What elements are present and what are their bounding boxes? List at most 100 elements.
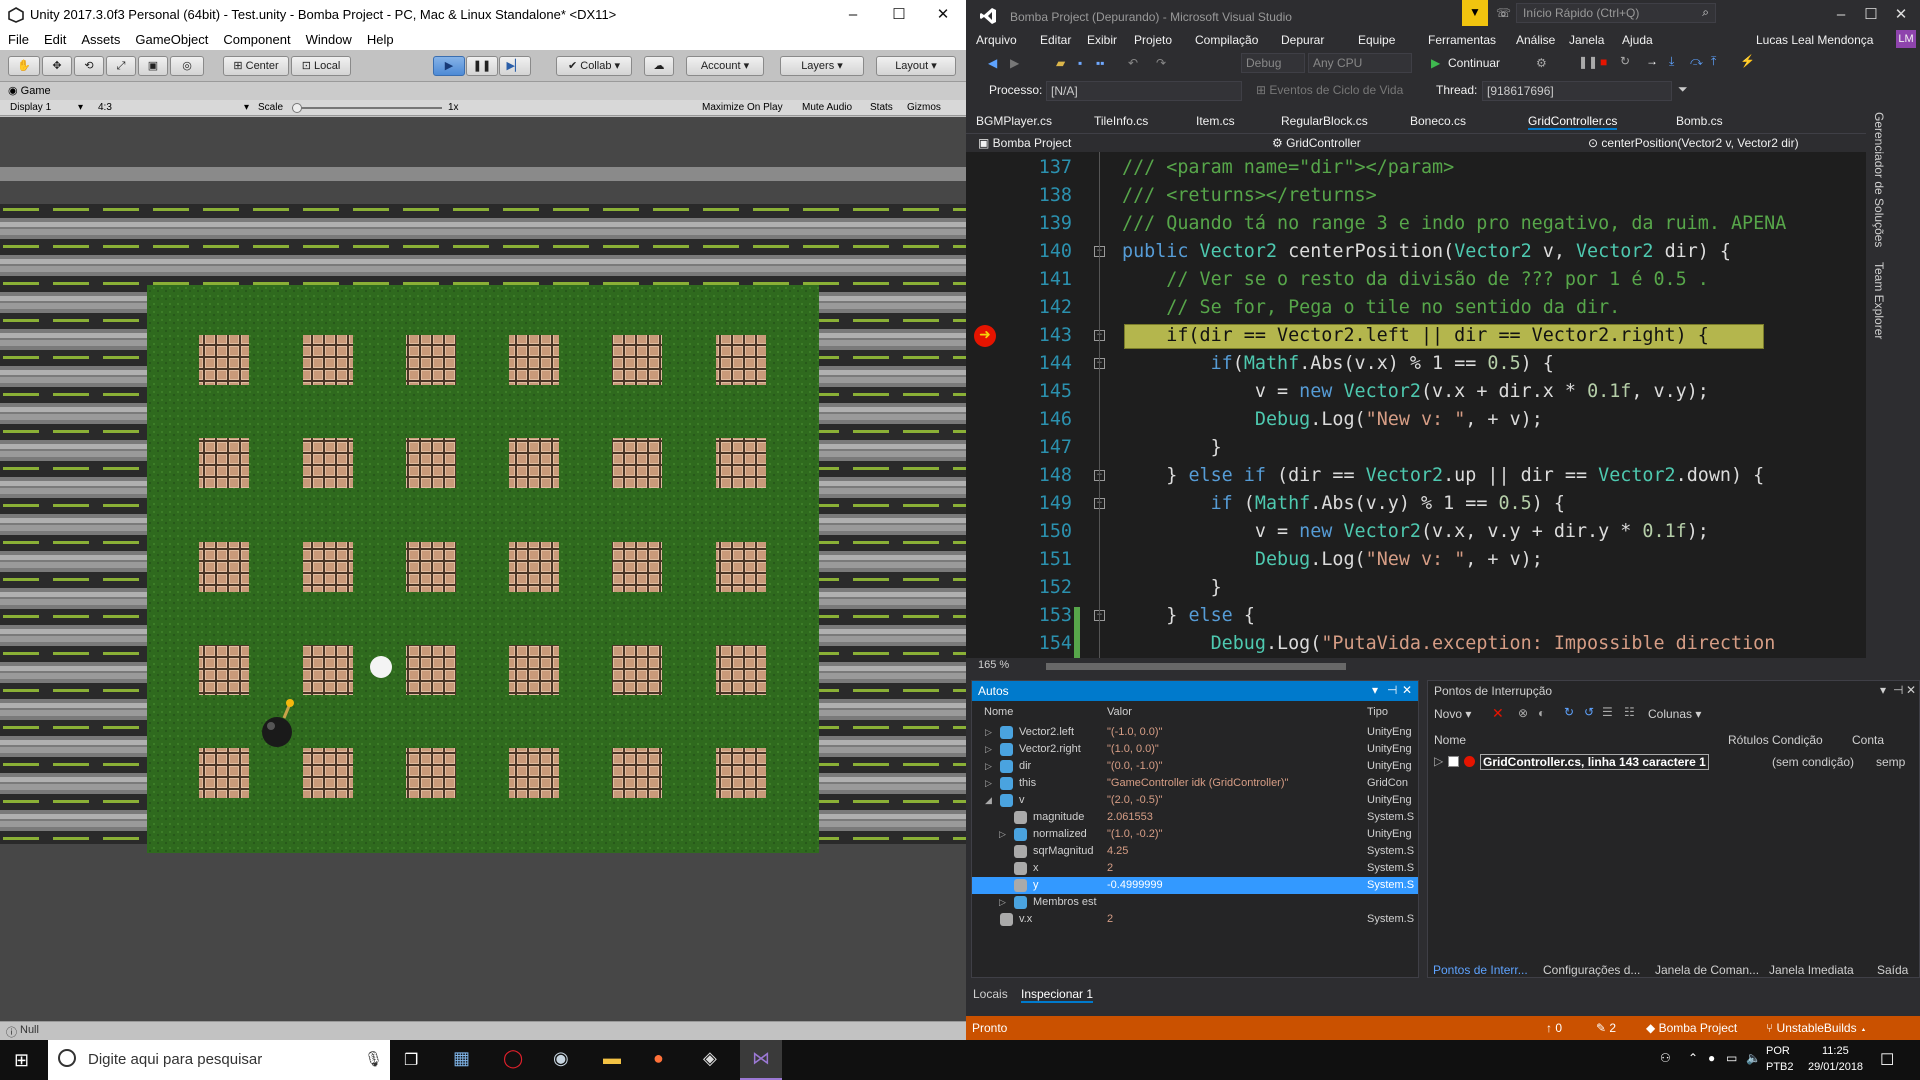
play-button[interactable]: ▶	[433, 56, 465, 76]
aspect-dropdown[interactable]: 4:3	[98, 102, 112, 113]
code-line[interactable]: Debug.Log("PutaVida.exception: Impossibl…	[1122, 630, 1776, 658]
process-dropdown[interactable]: [N/A]	[1046, 81, 1242, 101]
code-line[interactable]: v = new Vector2(v.x + dir.x * 0.1f, v.y)…	[1122, 378, 1709, 406]
tab-exception-settings[interactable]: Configurações d...	[1543, 963, 1640, 977]
clock-time[interactable]: 11:25	[1822, 1045, 1849, 1057]
expand-toggle-icon[interactable]: ▷	[985, 724, 992, 741]
minimize-button[interactable]: –	[830, 0, 876, 30]
collab-button[interactable]: ✔ Collab ▾	[556, 56, 632, 76]
autos-value[interactable]: -0.4999999	[1107, 877, 1352, 894]
windows-start-icon[interactable]: ⊞	[14, 1050, 29, 1071]
redo-icon[interactable]: ↷	[1156, 56, 1166, 70]
account-dropdown[interactable]: Account ▾	[686, 56, 764, 76]
tab-bomb[interactable]: Bomb.cs	[1676, 114, 1723, 128]
menu-file[interactable]: File	[0, 30, 36, 47]
vs-menu-exibir[interactable]: Exibir	[1087, 33, 1117, 47]
step-out-icon[interactable]: ⤒	[1711, 54, 1716, 69]
feedback-icon[interactable]: ☏	[1496, 6, 1511, 20]
language-primary[interactable]: POR	[1766, 1045, 1790, 1057]
menu-gameobject[interactable]: GameObject	[127, 30, 215, 47]
autos-value[interactable]: 2.061553	[1107, 809, 1352, 826]
scale-slider-thumb[interactable]	[292, 103, 302, 113]
solution-explorer-tab[interactable]: Gerenciador de Soluções	[1872, 112, 1886, 247]
pending-changes[interactable]: ✎ 2	[1596, 1021, 1616, 1035]
autos-value[interactable]: "GameController idk (GridController)"	[1107, 775, 1352, 792]
undo-icon[interactable]: ↶	[1128, 56, 1138, 70]
delete-breakpoint-icon[interactable]: ✕	[1492, 705, 1504, 722]
attach-icon[interactable]: ⚙	[1536, 56, 1547, 70]
toggle-breakpoints-icon[interactable]: ◐	[1538, 706, 1545, 720]
autos-row[interactable]: x 2 System.S	[972, 860, 1418, 877]
layout-dropdown[interactable]: Layout ▾	[876, 56, 956, 76]
network-icon[interactable]: ▭	[1726, 1051, 1737, 1065]
rect-tool-button[interactable]: ▣	[138, 56, 168, 76]
scale-tool-button[interactable]: ⤢	[106, 56, 136, 76]
code-line[interactable]: } else {	[1122, 602, 1255, 630]
vs-minimize-button[interactable]: –	[1826, 0, 1856, 30]
nav-class-dropdown[interactable]: ⚙ GridController	[1272, 136, 1361, 150]
cloud-icon[interactable]: ☁	[644, 56, 674, 76]
branch-button[interactable]: ⑂ UnstableBuilds ▴	[1766, 1021, 1867, 1035]
expand-toggle-icon[interactable]: ◢	[985, 792, 992, 809]
autos-value[interactable]: "(2.0, -0.5)"	[1107, 792, 1352, 809]
autos-dropdown-icon[interactable]: ▾	[1372, 683, 1378, 697]
code-line[interactable]: public Vector2 centerPosition(Vector2 v,…	[1122, 238, 1731, 266]
go-to-source-icon[interactable]: ☰	[1602, 705, 1613, 719]
file-explorer-icon[interactable]: ▬	[603, 1048, 621, 1069]
pause-button[interactable]: ❚❚	[466, 56, 498, 76]
maximize-on-play-toggle[interactable]: Maximize On Play	[702, 102, 783, 113]
forward-icon[interactable]: ▶	[1010, 56, 1019, 70]
delete-all-breakpoints-icon[interactable]: ⊗	[1518, 706, 1528, 720]
autos-row[interactable]: ◢ v "(2.0, -0.5)" UnityEng	[972, 792, 1418, 809]
tray-app-icon[interactable]: ●	[1708, 1051, 1715, 1065]
expand-toggle-icon[interactable]: ▷	[985, 758, 992, 775]
filter-threads-icon[interactable]: ⏷	[1678, 82, 1688, 97]
clock-date[interactable]: 29/01/2018	[1808, 1061, 1863, 1073]
firefox-icon[interactable]: ●	[653, 1048, 664, 1069]
autos-close-icon[interactable]: ✕	[1402, 683, 1412, 697]
move-tool-button[interactable]: ✥	[42, 56, 72, 76]
back-icon[interactable]: ◀	[988, 56, 997, 70]
autos-row[interactable]: ▷ Membros est	[972, 894, 1418, 911]
tab-output[interactable]: Saída	[1877, 963, 1908, 977]
bp-new-dropdown[interactable]: Novo ▾	[1434, 707, 1471, 721]
task-view-icon[interactable]: ❐	[404, 1050, 418, 1070]
breakpoint-current-statement-icon[interactable]: ➜	[974, 325, 996, 347]
menu-edit[interactable]: Edit	[36, 30, 73, 47]
autos-value[interactable]: 4.25	[1107, 843, 1352, 860]
expand-toggle-icon[interactable]: ▷	[985, 775, 992, 792]
console-last-message[interactable]: Null	[20, 1024, 39, 1036]
code-line[interactable]: /// Quando tá no range 3 e indo pro nega…	[1122, 210, 1786, 238]
open-file-icon[interactable]: ▰	[1056, 56, 1065, 70]
notification-center-icon[interactable]: ☐	[1880, 1050, 1894, 1070]
break-all-icon[interactable]: ❚❚	[1578, 55, 1598, 69]
go-to-disassembly-icon[interactable]: ☷	[1624, 705, 1635, 719]
people-icon[interactable]: ⚇	[1660, 1051, 1671, 1065]
taskbar-search-box[interactable]: Digite aqui para pesquisar 🎙	[48, 1040, 390, 1080]
bp-dropdown-icon[interactable]: ▾	[1880, 683, 1886, 697]
autos-value[interactable]: "(1.0, -0.2)"	[1107, 826, 1352, 843]
autos-value[interactable]: "(0.0, -1.0)"	[1107, 758, 1352, 775]
export-icon[interactable]: ↻	[1564, 705, 1574, 719]
tab-boneco[interactable]: Boneco.cs	[1410, 114, 1466, 128]
vs-menu-ajuda[interactable]: Ajuda	[1622, 33, 1653, 47]
repository-button[interactable]: ◆ Bomba Project	[1646, 1021, 1737, 1035]
autos-row[interactable]: v.x 2 System.S	[972, 911, 1418, 928]
restart-icon[interactable]: ↻	[1620, 54, 1630, 68]
show-next-statement-icon[interactable]: →	[1646, 54, 1658, 68]
vs-maximize-button[interactable]: ☐	[1856, 0, 1886, 30]
pivot-center-button[interactable]: ⊞ Center	[223, 56, 289, 76]
maximize-button[interactable]: ☐	[876, 0, 922, 30]
gizmos-dropdown[interactable]: Gizmos	[907, 102, 941, 113]
col-tipo[interactable]: Tipo	[1367, 706, 1388, 718]
code-line[interactable]: Debug.Log("New v: ", + v);	[1122, 406, 1543, 434]
code-line[interactable]: /// <returns></returns>	[1122, 182, 1377, 210]
autos-value[interactable]: "(-1.0, 0.0)"	[1107, 724, 1352, 741]
visual-studio-taskbar-button[interactable]: ⋈	[740, 1040, 782, 1080]
game-view-tab[interactable]: ◉ Game	[0, 82, 966, 100]
steam-icon[interactable]: ◉	[553, 1048, 569, 1069]
stop-icon[interactable]: ■	[1600, 55, 1607, 69]
close-button[interactable]: ✕	[920, 0, 966, 30]
language-secondary[interactable]: PTB2	[1766, 1061, 1794, 1073]
expand-icon[interactable]: ▷	[1434, 754, 1443, 768]
